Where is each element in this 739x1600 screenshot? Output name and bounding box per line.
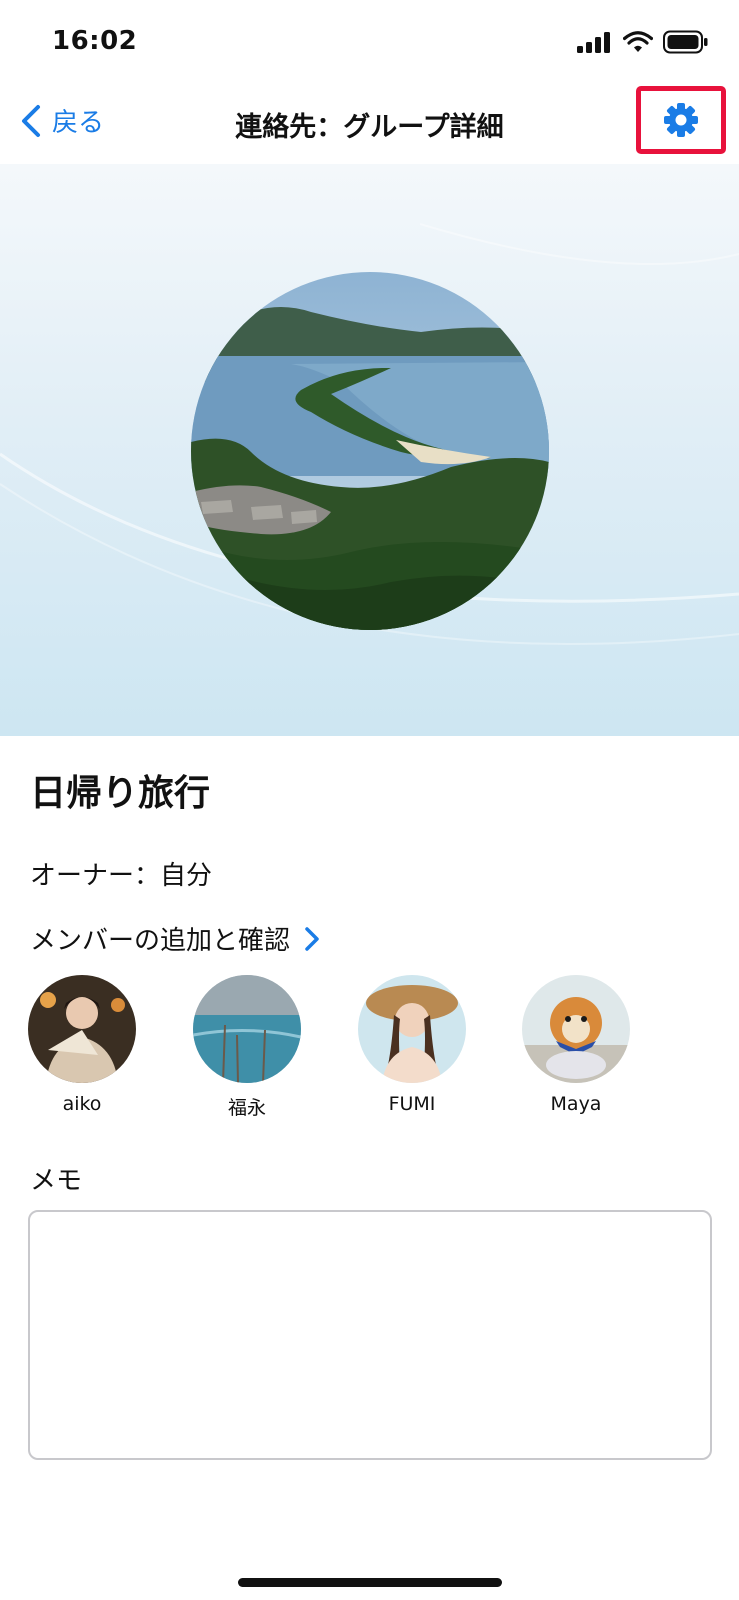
avatar — [358, 975, 466, 1083]
avatar — [522, 975, 630, 1083]
memo-label: メモ — [30, 1166, 83, 1196]
member-name: aiko — [62, 1093, 102, 1115]
avatar — [193, 975, 301, 1083]
chevron-right-icon — [305, 926, 319, 951]
avatar — [28, 975, 136, 1083]
member-item[interactable]: Maya — [506, 975, 646, 1115]
status-time: 16:02 — [52, 26, 138, 56]
owner-label: オーナー：自分 — [30, 861, 213, 891]
navigation-bar: 戻る 連絡先：グループ詳細 — [0, 80, 739, 164]
settings-button[interactable] — [636, 86, 726, 154]
group-header-background — [0, 164, 739, 736]
add-confirm-members-link[interactable]: メンバーの追加と確認 — [30, 920, 320, 957]
member-name: FUMI — [388, 1093, 436, 1115]
member-photo-image — [28, 975, 136, 1083]
battery-icon — [663, 30, 708, 54]
page-title: 連絡先：グループ詳細 — [235, 112, 504, 143]
landscape-photo-image — [191, 272, 549, 630]
wifi-icon — [623, 31, 653, 52]
status-bar: 16:02 — [0, 0, 739, 80]
member-item[interactable]: aiko — [12, 975, 152, 1115]
members-link-label: メンバーの追加と確認 — [30, 926, 291, 956]
member-photo-image — [522, 975, 630, 1083]
group-name: 日帰り旅行 — [30, 773, 211, 814]
members-list: aiko 福永 FUMI Maya — [0, 975, 739, 1119]
member-name: 福永 — [227, 1097, 266, 1119]
member-item[interactable]: FUMI — [342, 975, 482, 1115]
memo-field[interactable] — [28, 1210, 712, 1460]
member-item[interactable]: 福永 — [177, 975, 317, 1120]
cellular-signal-icon — [577, 32, 610, 53]
member-photo-image — [358, 975, 466, 1083]
status-icons — [577, 30, 709, 54]
home-indicator — [238, 1578, 502, 1587]
gear-icon — [664, 103, 698, 137]
member-photo-image — [193, 975, 301, 1083]
member-name: Maya — [550, 1093, 602, 1115]
group-photo[interactable] — [191, 272, 549, 630]
